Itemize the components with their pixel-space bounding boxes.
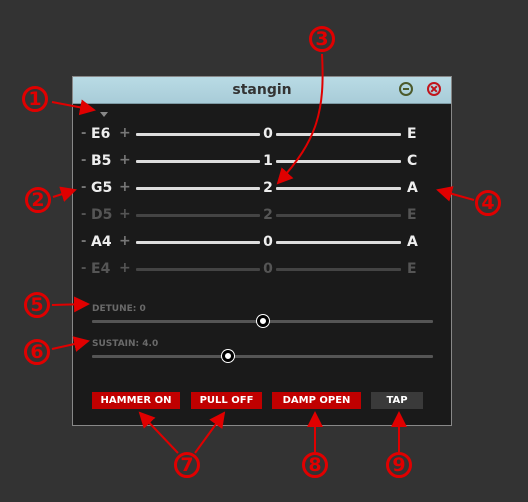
callout-6: 6 bbox=[24, 339, 50, 365]
callout-8: 8 bbox=[302, 452, 328, 478]
callout-9: 9 bbox=[386, 452, 412, 478]
arrow-7b bbox=[194, 411, 226, 454]
arrow-1 bbox=[51, 99, 96, 116]
callout-3: 3 bbox=[309, 26, 335, 52]
callout-arrows bbox=[51, 53, 475, 454]
callout-1: 1 bbox=[22, 86, 48, 112]
callout-4: 4 bbox=[475, 190, 501, 216]
arrow-2 bbox=[52, 186, 77, 202]
arrow-5 bbox=[51, 296, 90, 313]
arrow-7a bbox=[138, 411, 179, 454]
callout-2: 2 bbox=[25, 187, 51, 213]
arrow-3 bbox=[276, 53, 324, 185]
callout-7: 7 bbox=[174, 452, 200, 478]
arrow-6 bbox=[51, 336, 90, 352]
arrow-4 bbox=[436, 186, 475, 202]
callout-5: 5 bbox=[24, 292, 50, 318]
